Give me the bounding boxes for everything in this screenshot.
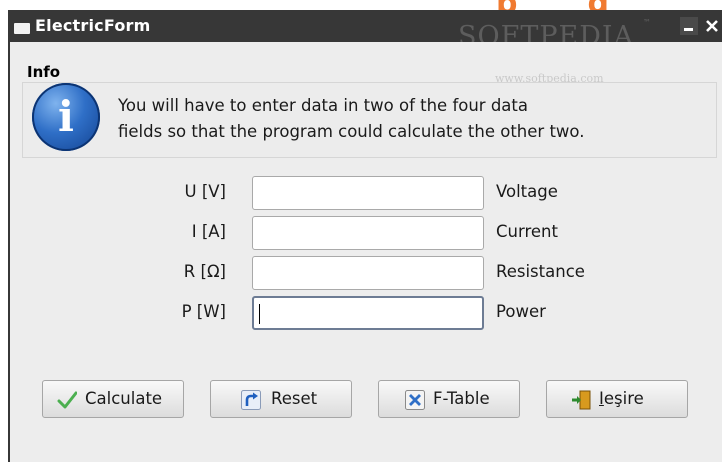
window-menu-icon[interactable] (14, 23, 30, 34)
info-group-label: Info (27, 63, 61, 81)
exit-door-icon (572, 390, 591, 410)
checkmark-icon (57, 391, 77, 409)
current-description: Current (496, 222, 558, 241)
current-input[interactable] (252, 216, 484, 250)
window-title: ElectricForm (35, 16, 151, 35)
power-input[interactable] (252, 296, 484, 330)
text-caret (259, 304, 260, 324)
reset-label: Reset (271, 389, 318, 408)
calculate-button[interactable]: Calculate (42, 380, 184, 418)
power-label: P [W] (181, 302, 226, 321)
exit-button[interactable]: Ieşire (546, 380, 688, 418)
voltage-input[interactable] (252, 176, 484, 210)
formula-table-icon (405, 390, 425, 410)
close-button[interactable] (703, 17, 721, 35)
minimize-icon (684, 28, 693, 31)
resistance-description: Resistance (496, 262, 585, 281)
reset-button[interactable]: Reset (210, 380, 352, 418)
voltage-description: Voltage (496, 182, 558, 201)
info-message: You will have to enter data in two of th… (118, 93, 698, 145)
info-message-line2: fields so that the program could calcula… (118, 122, 585, 141)
reset-arrow-icon (241, 390, 261, 410)
ftable-button[interactable]: F-Table (378, 380, 520, 418)
ftable-label: F-Table (433, 389, 490, 408)
exit-label: Ieşire (599, 389, 644, 408)
info-icon: i (32, 83, 100, 151)
watermark-trademark: ™ (643, 18, 651, 27)
current-label: I [A] (191, 222, 226, 241)
voltage-label: U [V] (184, 182, 226, 201)
resistance-label: R [Ω] (183, 262, 226, 281)
info-message-line1: You will have to enter data in two of th… (118, 96, 529, 115)
exit-label-rest: eşire (603, 389, 644, 408)
calculate-label: Calculate (85, 389, 163, 408)
minimize-button[interactable] (680, 17, 698, 35)
resistance-input[interactable] (252, 256, 484, 290)
close-icon (706, 20, 718, 32)
power-description: Power (496, 302, 546, 321)
